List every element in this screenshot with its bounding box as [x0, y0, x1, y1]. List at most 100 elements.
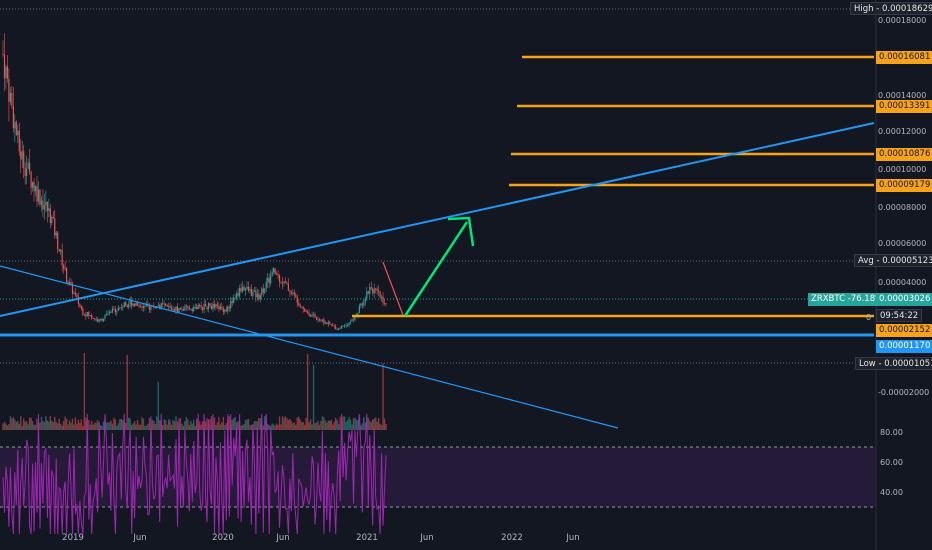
x-axis-label: Jun — [276, 533, 290, 543]
candle-body — [18, 130, 20, 152]
volume-bar — [374, 417, 377, 430]
candle-body — [271, 272, 273, 277]
candle-body — [373, 288, 375, 294]
volume-bar — [102, 421, 105, 430]
candle-body — [199, 304, 201, 306]
volume-bar — [342, 416, 344, 430]
candle-body — [258, 293, 260, 300]
volume-bar — [12, 417, 15, 430]
volume-bar — [201, 421, 204, 430]
volume-bar — [243, 424, 245, 430]
volume-bar — [306, 353, 309, 430]
volume-bar — [23, 418, 25, 430]
volume-bar — [33, 424, 35, 430]
candle-body — [181, 309, 183, 310]
volume-bar — [59, 423, 62, 430]
candle-body — [55, 232, 57, 236]
candle-body — [135, 302, 137, 306]
candle-body — [154, 307, 156, 309]
x-axis-label: 2019 — [62, 533, 84, 543]
candle-body — [61, 249, 63, 266]
volume-bar — [113, 417, 115, 430]
candle-body — [101, 318, 103, 321]
candle-body — [207, 303, 210, 309]
candle-body — [79, 303, 81, 306]
candle-body — [45, 202, 47, 206]
candle-body — [108, 311, 111, 314]
volume-bar — [77, 419, 80, 430]
falling-trendline[interactable] — [0, 265, 619, 429]
candle-body — [256, 293, 258, 298]
volume-bar — [119, 418, 121, 430]
candle-body — [97, 319, 99, 322]
candle-body — [383, 302, 386, 304]
x-axis-label: 2021 — [356, 533, 378, 543]
volume-bar — [145, 425, 148, 430]
candle-body — [128, 304, 130, 308]
candle-body — [51, 216, 53, 224]
zero-glyph: 0 — [866, 313, 872, 322]
candle-body — [17, 130, 19, 136]
candle-body — [40, 200, 43, 205]
candle-body — [281, 282, 284, 284]
volume-bar — [258, 418, 260, 430]
volume-bar — [65, 418, 68, 430]
candle-body — [213, 303, 216, 308]
candle-body — [253, 290, 255, 292]
volume-bar — [333, 421, 335, 430]
candle-body — [246, 286, 248, 289]
volume-bar — [204, 421, 207, 430]
volume-bar — [194, 425, 196, 430]
candle-body — [363, 302, 365, 306]
volume-bar — [296, 417, 298, 430]
y-axis-label: 0.00010000 — [878, 165, 927, 174]
candle-body — [74, 292, 77, 295]
candle-body — [302, 306, 304, 310]
volume-bar — [327, 420, 330, 430]
volume-bar — [303, 424, 306, 430]
candle-body — [188, 307, 190, 310]
candle-body — [23, 151, 25, 168]
candle-body — [320, 320, 322, 322]
volume-bar — [218, 416, 220, 430]
volume-bar — [367, 417, 369, 430]
candle-body — [326, 322, 328, 325]
candle-body — [262, 288, 264, 293]
candle-body — [275, 273, 278, 275]
candle-body — [125, 302, 127, 306]
volume-bar — [88, 420, 90, 430]
candle-body — [228, 306, 230, 309]
volume-bar — [221, 422, 223, 430]
candle-body — [168, 306, 170, 307]
candle-body — [329, 322, 331, 325]
volume-bar — [349, 419, 352, 430]
candle-body — [27, 162, 29, 169]
volume-bar — [135, 424, 137, 430]
rising-trendline[interactable] — [0, 122, 875, 317]
volume-bar — [76, 423, 78, 430]
down-arrow[interactable] — [382, 261, 404, 316]
volume-bar — [370, 421, 372, 430]
price-chart[interactable] — [0, 0, 932, 550]
volume-bar — [332, 424, 334, 430]
volume-bar — [40, 416, 43, 430]
volume-bar — [320, 421, 322, 430]
volume-bar — [283, 417, 285, 430]
volume-bar — [308, 422, 310, 430]
candle-body — [190, 309, 192, 310]
candle-body — [280, 281, 282, 283]
volume-bar — [31, 421, 34, 430]
candle-body — [284, 281, 287, 283]
projection-arrow[interactable] — [403, 221, 469, 317]
candle-body — [85, 314, 87, 317]
candle-body — [206, 306, 208, 309]
candle-body — [361, 303, 363, 306]
candle-body — [178, 308, 180, 313]
candle-body — [94, 318, 96, 320]
volume-bar — [326, 422, 328, 430]
candle-body — [162, 303, 164, 305]
volume-bar — [159, 420, 161, 430]
volume-bar — [93, 422, 96, 430]
candle-body — [244, 288, 247, 291]
candle-body — [165, 303, 167, 306]
